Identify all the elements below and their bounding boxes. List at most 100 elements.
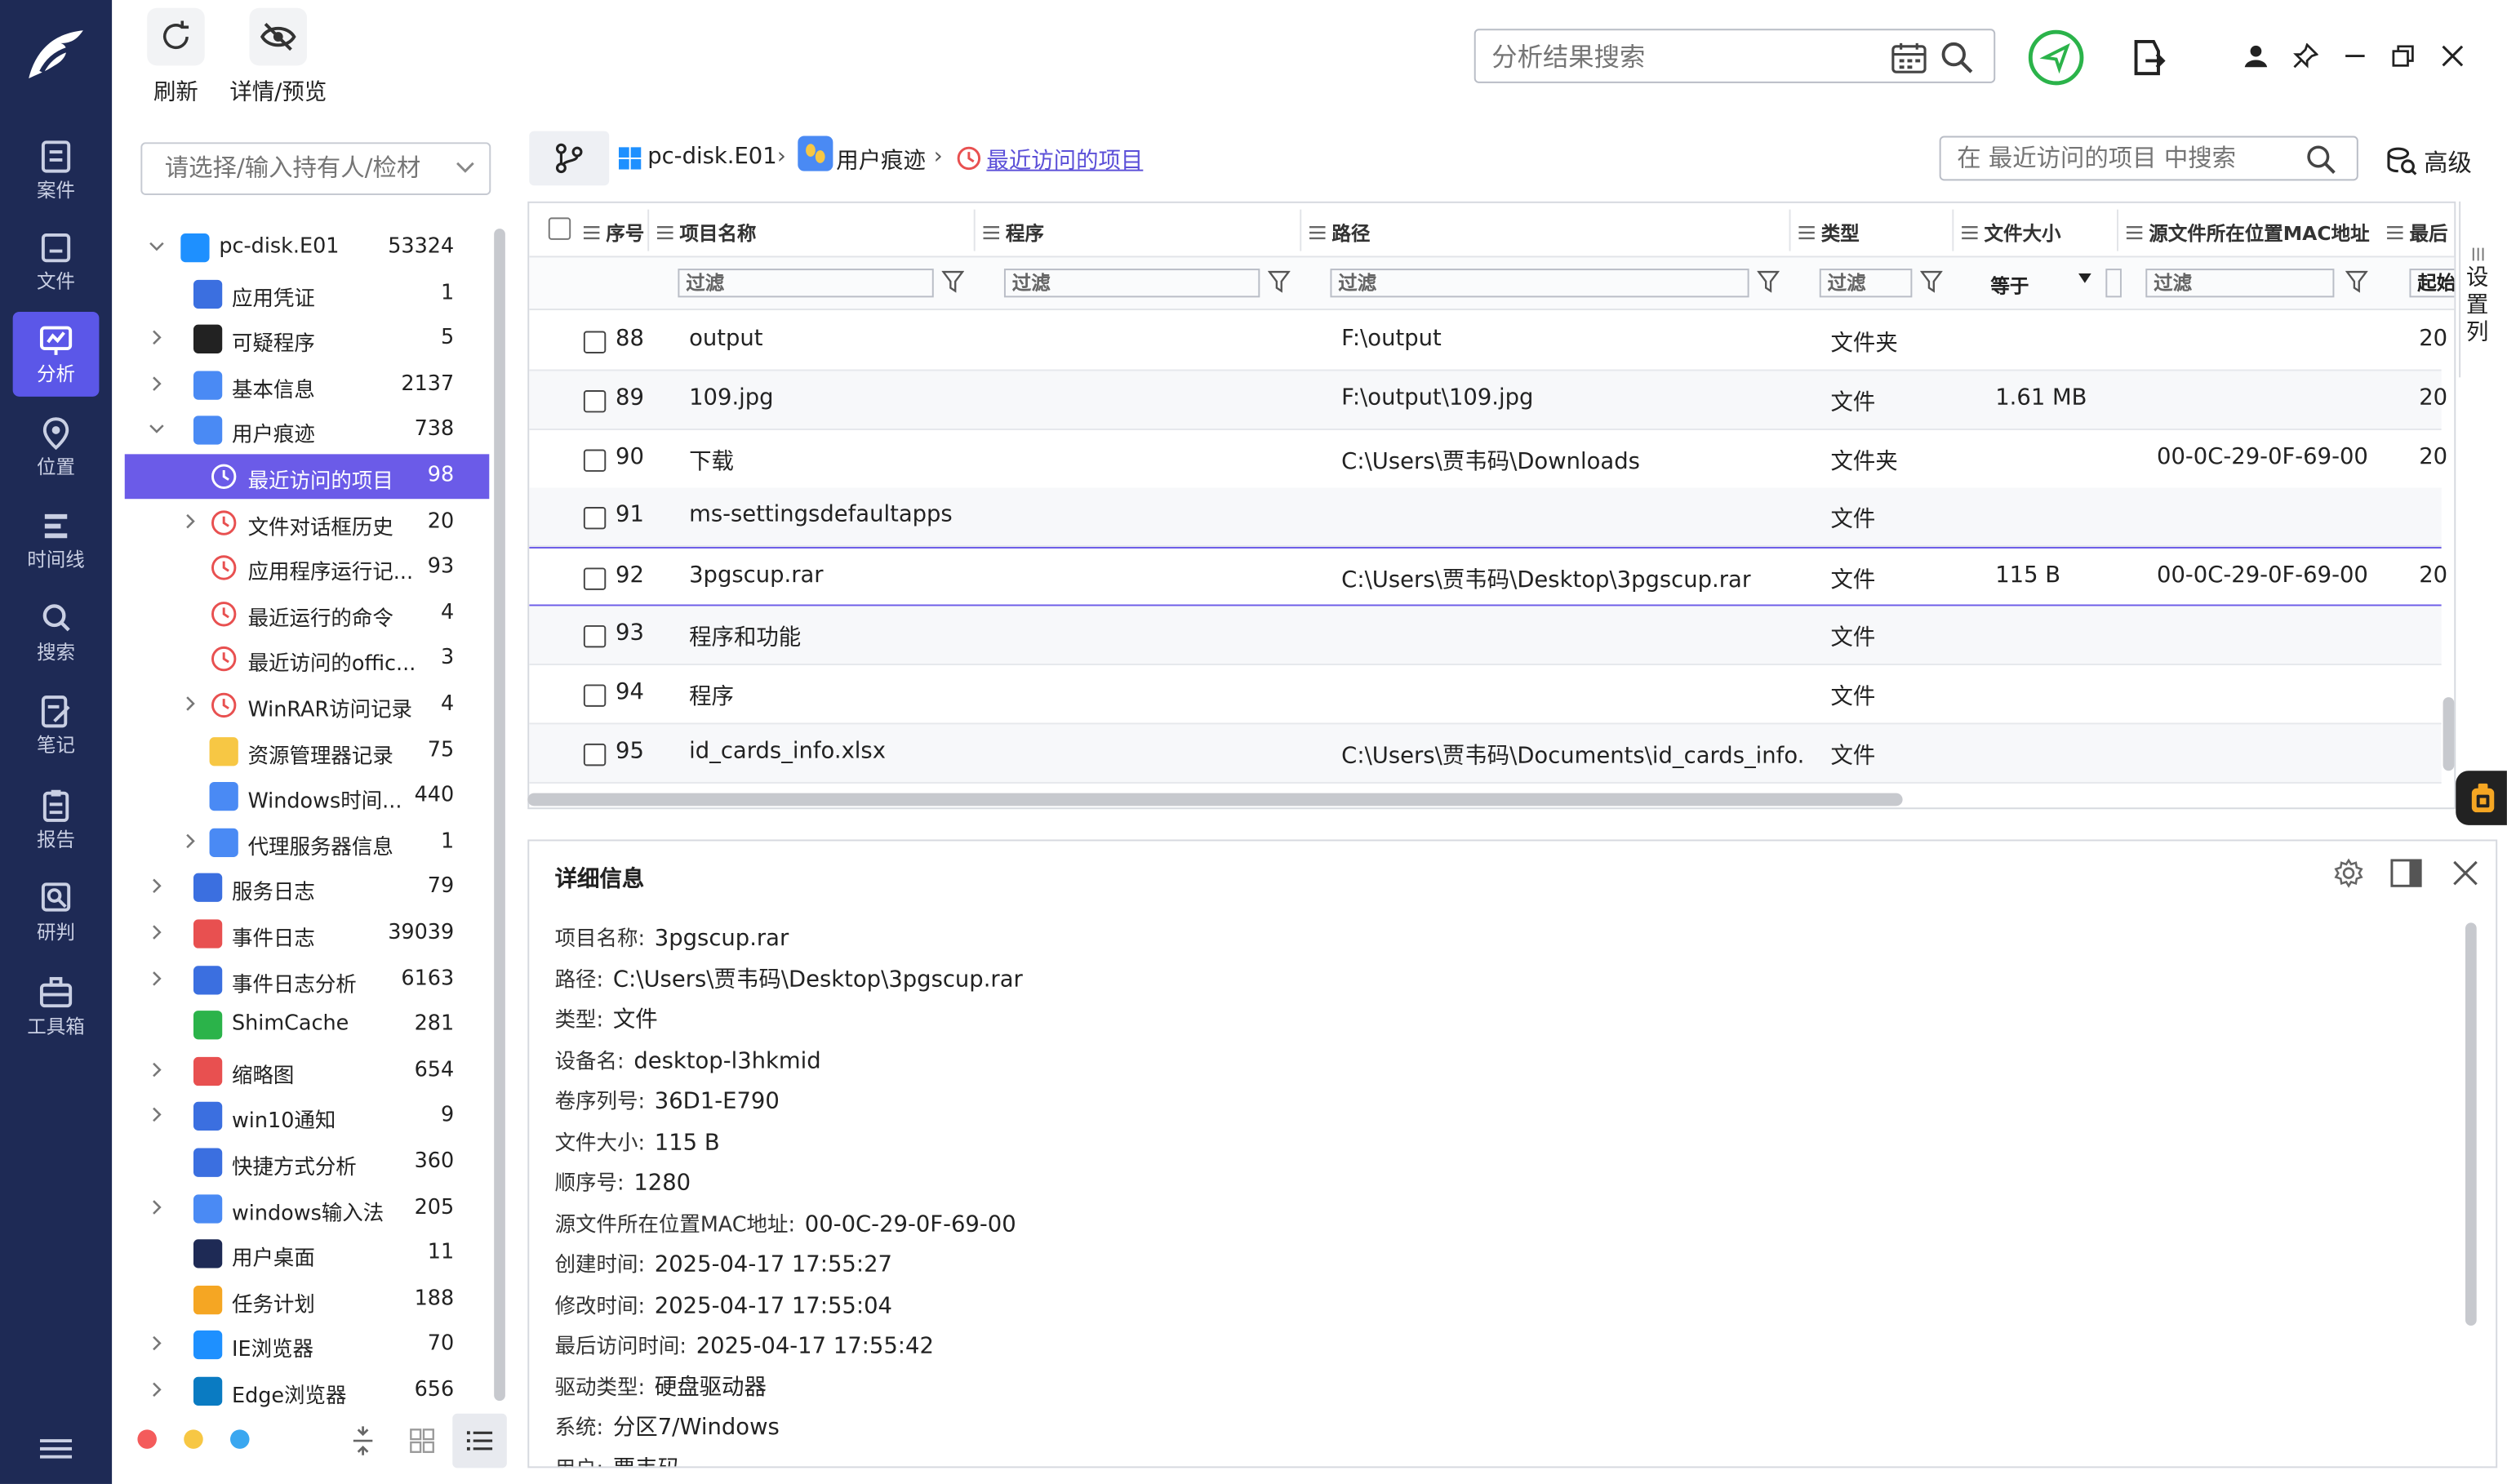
chevron-right-icon[interactable] (149, 878, 165, 895)
chevron-right-icon[interactable] (149, 375, 165, 392)
table-row[interactable]: 95 id_cards_info.xlsx C:\Users\贾韦码\Documen… (529, 723, 2442, 784)
collapse-icon[interactable] (350, 1424, 376, 1456)
grid-vertical-scrollbar[interactable] (2443, 697, 2455, 771)
tree-item[interactable]: win10通知 9 (125, 1095, 490, 1140)
chevron-right-icon[interactable] (149, 1107, 165, 1123)
chevron-right-icon[interactable] (182, 695, 198, 712)
filter-input[interactable]: 过滤 (2145, 269, 2335, 298)
location-pin-icon[interactable] (2027, 29, 2085, 87)
close-detail-icon[interactable] (2451, 859, 2479, 887)
dropdown-arrow-icon[interactable] (2078, 273, 2091, 283)
branch-button[interactable] (529, 131, 610, 186)
nav-item-note[interactable]: 笔记 (13, 682, 100, 767)
table-row[interactable]: 89 109.jpg F:\output\109.jpg 文件 1.61 MB 20 (529, 371, 2447, 430)
analysis-search-box[interactable] (1474, 29, 1996, 83)
breadcrumb-user-trace[interactable]: 用户痕迹 (836, 144, 926, 176)
settings-gear-icon[interactable] (2332, 857, 2364, 889)
minimize-icon[interactable] (2342, 43, 2367, 69)
column-divider[interactable] (647, 209, 650, 251)
column-header[interactable]: 程序 (983, 219, 1044, 246)
grid-horizontal-scrollbar[interactable] (527, 793, 1903, 806)
holder-input[interactable] (164, 153, 437, 183)
tree-item[interactable]: 用户痕迹 738 (125, 408, 490, 453)
column-divider[interactable] (1300, 209, 1302, 251)
table-row[interactable]: 93 程序和功能 文件 (529, 606, 2442, 665)
nav-item-toolbox[interactable]: 工具箱 (13, 964, 100, 1049)
search-icon[interactable] (2305, 144, 2337, 176)
filter-input[interactable]: 过滤 (678, 269, 934, 298)
chevron-down-icon[interactable] (149, 238, 165, 255)
chevron-right-icon[interactable] (182, 513, 198, 529)
chevron-right-icon[interactable] (182, 833, 198, 849)
column-header[interactable]: 文件大小 (1962, 219, 2061, 246)
tree-item[interactable]: 用户桌面 11 (125, 1232, 490, 1277)
column-header[interactable]: 序号 (583, 219, 644, 246)
filter-funnel-icon[interactable] (1920, 270, 1943, 293)
chevron-right-icon[interactable] (149, 330, 165, 346)
tree-item[interactable]: 代理服务器信息 1 (125, 820, 490, 865)
user-icon[interactable] (2243, 43, 2269, 69)
tree-item[interactable]: windows输入法 205 (125, 1186, 490, 1231)
tree-item[interactable]: 快捷方式分析 360 (125, 1140, 490, 1185)
filter-funnel-icon[interactable] (1757, 270, 1780, 293)
pin-icon[interactable] (2292, 42, 2318, 69)
tree-item[interactable]: IE浏览器 70 (125, 1323, 490, 1368)
size-filter-input[interactable] (2105, 269, 2122, 298)
last-filter-input[interactable]: 起始 (2409, 269, 2455, 298)
column-header[interactable]: 路径 (1309, 219, 1370, 246)
tree-item[interactable]: 最近运行的命令 4 (125, 591, 490, 636)
nav-item-judge[interactable]: 研判 (13, 870, 100, 955)
column-divider[interactable] (1952, 209, 1954, 251)
current-search-box[interactable] (1939, 136, 2358, 181)
tree-item[interactable]: Edge浏览器 656 (125, 1369, 490, 1414)
filter-input[interactable]: 过滤 (1819, 269, 1913, 298)
panel-split-icon[interactable] (2390, 857, 2422, 889)
nav-item-case[interactable]: 案件 (13, 128, 100, 213)
export-icon[interactable] (2131, 38, 2167, 77)
row-checkbox[interactable] (583, 684, 607, 707)
tree-item[interactable]: 缩略图 654 (125, 1049, 490, 1094)
nav-item-location[interactable]: 位置 (13, 405, 100, 490)
breadcrumb-current[interactable]: 最近访问的项目 (986, 144, 1143, 176)
status-dot-red[interactable] (137, 1429, 157, 1449)
status-dot-blue[interactable] (230, 1429, 250, 1449)
tree-item[interactable]: 任务计划 188 (125, 1277, 490, 1322)
tree-item[interactable]: 事件日志 39039 (125, 912, 490, 957)
tree-item[interactable]: 事件日志分析 6163 (125, 957, 490, 1002)
close-icon[interactable] (2440, 43, 2465, 69)
holder-select[interactable] (140, 142, 491, 195)
nav-item-search[interactable]: 搜索 (13, 590, 100, 675)
filter-input[interactable]: 过滤 (1330, 269, 1749, 298)
chevron-right-icon[interactable] (149, 1336, 165, 1353)
select-all-checkbox[interactable] (548, 217, 571, 240)
column-divider[interactable] (973, 209, 976, 251)
search-icon[interactable] (1940, 40, 1975, 75)
filter-funnel-icon[interactable] (941, 270, 964, 293)
tree-item[interactable]: pc-disk.E01 53324 (125, 225, 490, 270)
list-view-button[interactable] (452, 1413, 507, 1468)
chevron-down-icon[interactable] (149, 421, 165, 438)
table-row[interactable]: 94 程序 文件 (529, 665, 2442, 725)
row-checkbox[interactable] (583, 389, 607, 413)
chevron-right-icon[interactable] (149, 924, 165, 940)
chevron-right-icon[interactable] (149, 1382, 165, 1398)
chevron-down-icon[interactable] (456, 162, 475, 175)
advanced-search-button[interactable]: 高级 (2385, 144, 2497, 179)
size-operator-select[interactable]: 等于 (1990, 272, 2029, 299)
refresh-button[interactable]: 刷新 (128, 7, 224, 112)
tree-item[interactable]: WinRAR访问记录 4 (125, 682, 490, 727)
row-checkbox[interactable] (583, 331, 607, 353)
column-header[interactable]: 源文件所在位置MAC地址 (2126, 219, 2370, 246)
nav-item-timeline[interactable]: 时间线 (13, 497, 100, 582)
tree-scrollbar[interactable] (494, 229, 505, 1402)
status-dot-yellow[interactable] (184, 1429, 203, 1449)
row-checkbox[interactable] (583, 448, 607, 472)
filter-funnel-icon[interactable] (1268, 270, 1291, 293)
tree-item[interactable]: 基本信息 2137 (125, 362, 490, 407)
tree-item[interactable]: 应用程序运行记... 93 (125, 545, 490, 590)
column-divider[interactable] (1789, 209, 1791, 251)
current-search-input[interactable] (1957, 144, 2277, 173)
grid-view-icon[interactable] (409, 1428, 434, 1453)
menu-icon[interactable] (39, 1436, 73, 1461)
nav-item-analysis[interactable]: 分析 (12, 312, 100, 397)
